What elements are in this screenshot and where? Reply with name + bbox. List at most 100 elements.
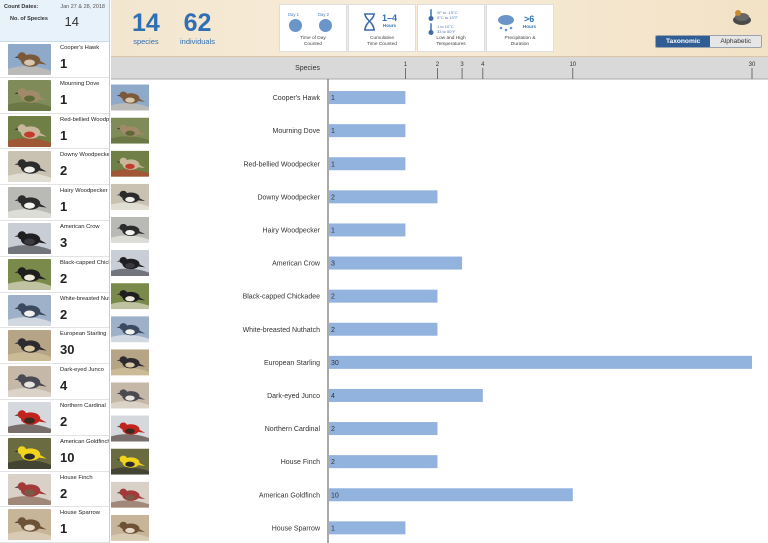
- thermometer-low-icon: [428, 23, 434, 35]
- sidebar-species-count: 1: [60, 199, 68, 215]
- summary-header: 14 species 62 individuals Day 1 Day 2 Ti…: [111, 0, 768, 57]
- sidebar-species-name: American Goldfinch: [60, 438, 110, 445]
- sidebar-species-name: Hairy Woodpecker: [60, 188, 108, 195]
- species-list: Cooper's Hawk 1 Mourning Dove 1 Red-bell…: [0, 42, 109, 543]
- bird-photo: [8, 115, 51, 147]
- species-stat: 14 species: [132, 9, 160, 47]
- chart-bird-photo: [111, 84, 149, 111]
- sidebar-species-count: 1: [60, 91, 68, 107]
- bar: [329, 91, 406, 105]
- bar-value-label: 1: [331, 128, 335, 135]
- bar-value-label: 1: [331, 95, 335, 102]
- x-tick-label: 10: [569, 62, 576, 68]
- bird-photo: [8, 258, 51, 290]
- sidebar-species-item[interactable]: Red-bellied Woodpe 1: [0, 114, 109, 150]
- bar-value-label: 3: [331, 261, 335, 268]
- bar-value-label: 2: [331, 426, 335, 433]
- cumulative-unit: Hours: [383, 23, 397, 28]
- chart-bird-photo: [111, 382, 149, 409]
- temperature-caption-2: Temperatures: [436, 41, 466, 47]
- sidebar-species-item[interactable]: Black-capped Chicka 2: [0, 257, 109, 293]
- species-sidebar: Count Dates: Jan 27 & 28, 2018 No. of Sp…: [0, 0, 110, 543]
- bar: [329, 488, 573, 502]
- x-tick-label: 30: [749, 62, 756, 68]
- temperature-card: 0F to -15°C 5°C to 15°F 1 to 10°C 33 to …: [417, 4, 485, 52]
- day2-label: Day 2: [318, 12, 329, 17]
- precip-caption-2: Duration: [510, 41, 530, 47]
- chart-bird-photo: [111, 415, 149, 442]
- bird-feeder-icon[interactable]: [728, 7, 752, 27]
- bar: [329, 289, 438, 303]
- sidebar-species-item[interactable]: American Crow 3: [0, 221, 109, 257]
- sidebar-species-name: House Sparrow: [60, 510, 100, 517]
- chart-bird-photo: [111, 514, 149, 541]
- bar-value-label: 2: [331, 294, 335, 301]
- bird-photo: [8, 222, 51, 254]
- temp-low-2: 33 to 50°F: [437, 29, 456, 34]
- snow-cloud-icon: [498, 15, 514, 32]
- bird-photo: [8, 330, 51, 362]
- sidebar-species-count: 30: [60, 342, 75, 358]
- sidebar-species-item[interactable]: House Sparrow 1: [0, 507, 109, 543]
- category-label: Downy Woodpecker: [257, 194, 320, 201]
- day2-clock-icon: [319, 19, 332, 32]
- sidebar-species-item[interactable]: Northern Cardinal 2: [0, 400, 109, 436]
- species-count: 14: [132, 9, 160, 37]
- taxonomic-sort-button[interactable]: Taxonomic: [656, 36, 711, 47]
- bar: [329, 157, 406, 171]
- sidebar-species-item[interactable]: Hairy Woodpecker 1: [0, 185, 109, 221]
- sidebar-species-name: Black-capped Chicka: [60, 259, 110, 266]
- individuals-count: 62: [183, 9, 212, 37]
- category-label: White-breasted Nuthatch: [243, 327, 321, 334]
- chart-bird-photo: [111, 316, 149, 343]
- sidebar-species-item[interactable]: Cooper's Hawk 1: [0, 42, 109, 78]
- category-label: Northern Cardinal: [265, 426, 321, 433]
- sidebar-species-name: Northern Cardinal: [60, 402, 106, 409]
- individuals-stat: 62 individuals: [180, 9, 215, 47]
- sidebar-species-item[interactable]: House Finch 2: [0, 472, 109, 508]
- bird-photo: [8, 366, 51, 398]
- bar-value-label: 1: [331, 161, 335, 168]
- day1-label: Day 1: [288, 12, 299, 17]
- bar-value-label: 2: [331, 459, 335, 466]
- axis-header-band: [111, 57, 768, 79]
- category-label: Cooper's Hawk: [273, 95, 321, 102]
- count-info-panel: Count Dates: Jan 27 & 28, 2018 No. of Sp…: [0, 0, 109, 42]
- bar-value-label: 1: [331, 227, 335, 234]
- bar: [329, 256, 463, 270]
- cumulative-value: 1–4: [382, 13, 398, 23]
- bar-value-label: 1: [331, 525, 335, 532]
- bar: [329, 124, 406, 138]
- sidebar-species-count: 1: [60, 56, 68, 71]
- category-label: American Crow: [272, 261, 321, 268]
- sidebar-species-name: European Starling: [60, 331, 107, 338]
- chart-bird-photo: [111, 150, 149, 177]
- bar-value-label: 10: [331, 492, 339, 499]
- precip-value: >6: [524, 14, 535, 24]
- sidebar-species-item[interactable]: European Starling 30: [0, 328, 109, 365]
- bar: [329, 223, 406, 237]
- sidebar-species-item[interactable]: Mourning Dove 1: [0, 78, 109, 114]
- num-species-value: 14: [64, 14, 79, 29]
- sidebar-species-count: 2: [60, 163, 68, 179]
- bar: [329, 355, 752, 369]
- sidebar-species-item[interactable]: Dark-eyed Junco 4: [0, 364, 109, 400]
- sidebar-species-item[interactable]: Downy Woodpecker 2: [0, 149, 109, 186]
- bird-photo: [8, 473, 51, 505]
- sidebar-species-item[interactable]: American Goldfinch 10: [0, 436, 109, 472]
- category-label: American Goldfinch: [259, 492, 320, 499]
- sidebar-species-name: Red-bellied Woodpe: [60, 116, 110, 123]
- sidebar-species-item[interactable]: White-breasted Nut 2: [0, 293, 109, 329]
- count-dates-value: Jan 27 & 28, 2018: [60, 4, 105, 10]
- sidebar-species-count: 4: [60, 378, 68, 394]
- species-label: species: [133, 37, 159, 46]
- day1-clock-icon: [289, 19, 302, 32]
- sidebar-species-name: House Finch: [60, 474, 93, 481]
- chart-bird-photo: [111, 448, 149, 475]
- bar-value-label: 2: [331, 327, 335, 334]
- category-label: House Finch: [281, 459, 320, 466]
- precip-unit: Hours: [523, 24, 537, 29]
- axis-header-label: Species: [295, 65, 320, 72]
- alphabetic-sort-button[interactable]: Alphabetic: [710, 36, 762, 47]
- sidebar-species-count: 10: [60, 449, 75, 465]
